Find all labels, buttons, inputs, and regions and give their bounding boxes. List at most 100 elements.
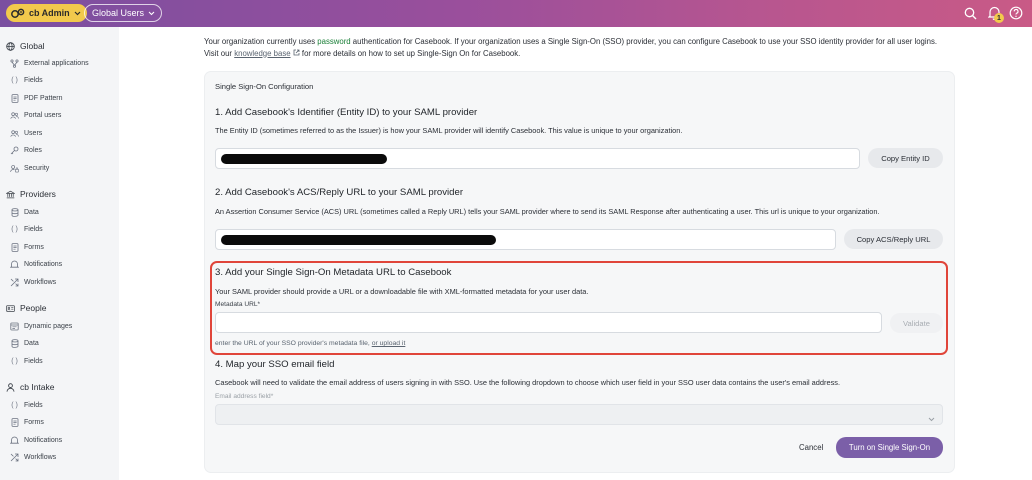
sidebar-item-label: Users bbox=[24, 129, 43, 137]
document-icon bbox=[10, 93, 19, 103]
sidebar-item-pdf-pattern[interactable]: PDF Pattern bbox=[10, 92, 63, 104]
app-switcher-button[interactable]: cb Admin bbox=[6, 4, 87, 22]
sidebar-item-fields[interactable]: ( ) Fields bbox=[10, 74, 43, 86]
page-icon bbox=[10, 322, 19, 331]
redacted-entity-id bbox=[221, 154, 387, 164]
hint-text: enter the URL of your SSO provider's met… bbox=[215, 340, 372, 347]
intro-text: authentication for Casebook. If your org… bbox=[350, 37, 938, 46]
chevron-down-icon bbox=[148, 8, 155, 18]
sidebar-item-external-applications[interactable]: External applications bbox=[10, 57, 89, 69]
sidebar-item-fields[interactable]: ( ) Fields bbox=[10, 223, 43, 235]
sidebar-section-global[interactable]: Global bbox=[6, 39, 45, 53]
step-3-heading: 3. Add your Single Sign-On Metadata URL … bbox=[215, 267, 452, 278]
intro-text: Visit our bbox=[204, 48, 235, 58]
casebook-logo-icon bbox=[11, 8, 25, 19]
sidebar-item-label: Workflows bbox=[24, 453, 57, 461]
braces-icon: ( ) bbox=[11, 357, 18, 365]
branch-icon bbox=[10, 58, 19, 68]
step-1-description: The Entity ID (sometimes referred to as … bbox=[215, 126, 683, 135]
sidebar-item-notifications[interactable]: Notifications bbox=[10, 258, 62, 270]
user-lock-icon bbox=[10, 164, 19, 173]
sidebar-section-cb-intake[interactable]: cb Intake bbox=[6, 380, 55, 394]
acs-url-field[interactable] bbox=[215, 229, 836, 250]
sidebar-item-label: Fields bbox=[24, 401, 43, 409]
workflow-icon bbox=[10, 453, 19, 462]
sidebar-item-label: Fields bbox=[24, 357, 43, 365]
intro-text: for more details on how to set up Single… bbox=[299, 48, 521, 58]
sidebar-item-label: Data bbox=[24, 339, 39, 347]
sidebar-item-label: Forms bbox=[24, 418, 44, 426]
document-icon bbox=[10, 417, 19, 427]
intro-text: Your organization currently uses bbox=[204, 37, 318, 46]
workflow-icon bbox=[10, 278, 19, 287]
copy-acs-url-button[interactable]: Copy ACS/Reply URL bbox=[844, 229, 943, 249]
knowledge-base-link[interactable]: knowledge base bbox=[234, 49, 290, 58]
entity-id-field[interactable] bbox=[215, 148, 860, 169]
cancel-button[interactable]: Cancel bbox=[799, 443, 823, 452]
chevron-down-icon bbox=[927, 411, 936, 422]
braces-icon: ( ) bbox=[11, 225, 18, 233]
email-field-select[interactable] bbox=[215, 404, 943, 425]
top-bar: cb Admin Global Users 1 bbox=[0, 0, 1032, 27]
sidebar-item-label: PDF Pattern bbox=[24, 94, 63, 102]
validate-button[interactable]: Validate bbox=[890, 313, 943, 333]
sidebar-item-forms[interactable]: Forms bbox=[10, 416, 44, 428]
turn-on-sso-button[interactable]: Turn on Single Sign-On bbox=[836, 437, 943, 458]
sidebar-item-label: Workflows bbox=[24, 278, 57, 286]
sidebar-item-label: Portal users bbox=[24, 111, 62, 119]
metadata-url-hint: enter the URL of your SSO provider's met… bbox=[215, 340, 405, 347]
current-auth-method: password bbox=[317, 37, 351, 46]
sidebar-item-label: Roles bbox=[24, 146, 42, 154]
sidebar-section-label: People bbox=[20, 303, 47, 313]
sidebar: Global External applications ( ) Fields … bbox=[0, 27, 119, 480]
key-icon bbox=[10, 146, 19, 155]
sidebar-item-notifications[interactable]: Notifications bbox=[10, 434, 62, 446]
sidebar-section-label: Providers bbox=[20, 189, 56, 199]
sidebar-item-label: Security bbox=[24, 164, 50, 172]
sidebar-item-fields[interactable]: ( ) Fields bbox=[10, 355, 43, 367]
sidebar-item-dynamic-pages[interactable]: Dynamic pages bbox=[10, 320, 72, 332]
sidebar-item-fields[interactable]: ( ) Fields bbox=[10, 399, 43, 411]
sidebar-item-label: Notifications bbox=[24, 260, 63, 268]
sidebar-item-data[interactable]: Data bbox=[10, 337, 39, 349]
email-field-label: Email address field* bbox=[215, 393, 274, 400]
intro-line-1: Your organization currently uses passwor… bbox=[204, 36, 964, 48]
sidebar-item-workflows[interactable]: Workflows bbox=[10, 451, 56, 463]
sso-intro-text: Your organization currently uses passwor… bbox=[204, 36, 964, 59]
sidebar-item-portal-users[interactable]: Portal users bbox=[10, 109, 61, 121]
sidebar-item-roles[interactable]: Roles bbox=[10, 144, 42, 156]
step-2-heading: 2. Add Casebook's ACS/Reply URL to your … bbox=[215, 187, 464, 198]
card-title: Single Sign-On Configuration bbox=[215, 82, 314, 91]
sidebar-item-label: Notifications bbox=[24, 436, 63, 444]
metadata-url-label: Metadata URL* bbox=[215, 301, 261, 308]
step-4-heading: 4. Map your SSO email field bbox=[215, 359, 335, 370]
document-icon bbox=[10, 242, 19, 252]
sidebar-item-data[interactable]: Data bbox=[10, 206, 39, 218]
intro-line-2: Visit our knowledge base for more detail… bbox=[204, 48, 964, 60]
step-2-description: An Assertion Consumer Service (ACS) URL … bbox=[215, 207, 880, 216]
search-icon[interactable] bbox=[962, 5, 978, 21]
users-icon bbox=[10, 129, 19, 138]
copy-entity-id-button[interactable]: Copy Entity ID bbox=[868, 148, 943, 168]
step-3-description: Your SAML provider should provide a URL … bbox=[215, 287, 589, 296]
external-link-icon[interactable] bbox=[291, 49, 300, 58]
sidebar-item-forms[interactable]: Forms bbox=[10, 241, 44, 253]
help-icon[interactable] bbox=[1008, 5, 1024, 21]
users-icon bbox=[10, 111, 19, 120]
sidebar-item-security[interactable]: Security bbox=[10, 162, 49, 174]
sidebar-item-workflows[interactable]: Workflows bbox=[10, 276, 56, 288]
notifications-bell-icon[interactable]: 1 bbox=[986, 5, 1004, 23]
upload-metadata-link[interactable]: or upload it bbox=[372, 340, 406, 347]
sidebar-section-people[interactable]: People bbox=[6, 301, 46, 315]
sidebar-item-label: Dynamic pages bbox=[24, 322, 73, 330]
sidebar-section-providers[interactable]: Providers bbox=[6, 187, 56, 201]
step-1-heading: 1. Add Casebook's Identifier (Entity ID)… bbox=[215, 107, 478, 118]
sidebar-item-label: Data bbox=[24, 208, 39, 216]
workspace-selector[interactable]: Global Users bbox=[84, 4, 163, 22]
database-icon bbox=[10, 207, 19, 217]
metadata-url-input[interactable] bbox=[215, 312, 882, 333]
globe-icon bbox=[6, 41, 15, 51]
person-icon bbox=[6, 382, 15, 392]
workspace-selector-label: Global Users bbox=[92, 8, 145, 18]
sidebar-item-users[interactable]: Users bbox=[10, 127, 42, 139]
